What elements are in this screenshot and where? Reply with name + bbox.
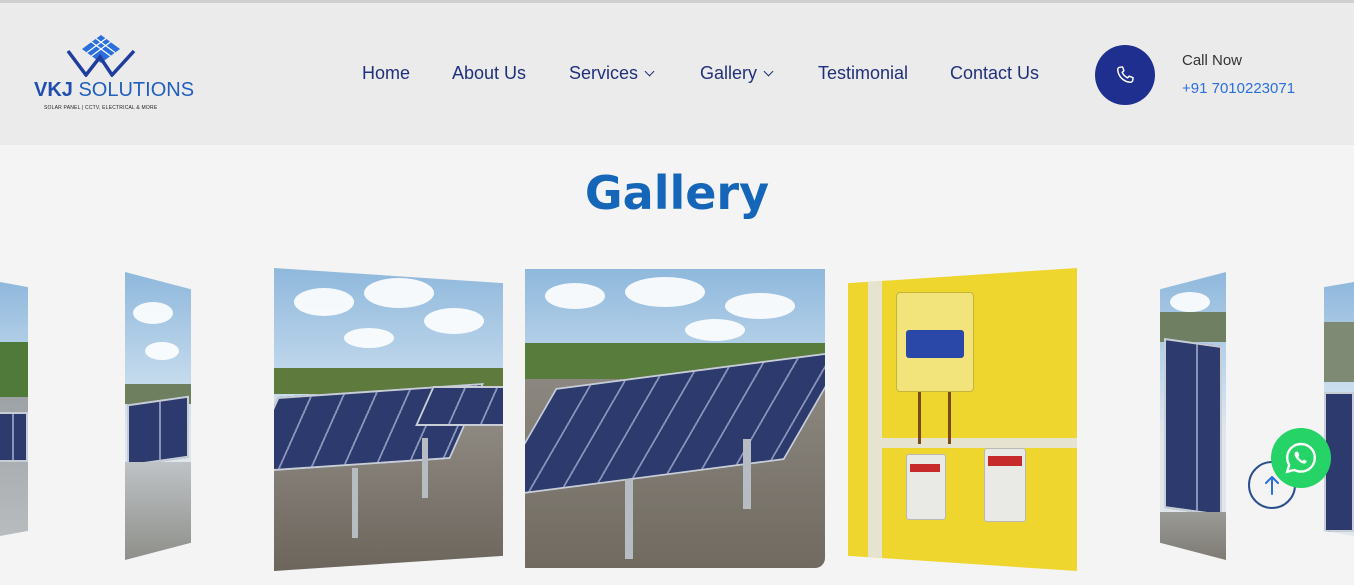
nav-contact-us[interactable]: Contact Us [950,63,1039,84]
call-button[interactable] [1095,45,1155,105]
brand-tagline: SOLAR PANEL | CCTV, ELECTRICAL & MORE [44,105,158,111]
gallery-slide[interactable] [848,268,1077,571]
nav-about-us[interactable]: About Us [452,63,526,84]
gallery-slide[interactable] [125,272,191,560]
brand-name: VKJ SOLUTIONS [34,79,195,101]
whatsapp-button[interactable] [1271,428,1331,488]
gallery-slide[interactable] [1160,272,1226,560]
chevron-down-icon [644,66,655,76]
whatsapp-icon [1285,442,1317,474]
nav-home[interactable]: Home [362,63,410,84]
logo-mark-icon [66,35,136,77]
chevron-down-icon [763,66,774,76]
gallery-slide[interactable] [274,268,503,571]
nav-gallery[interactable]: Gallery [700,63,774,84]
phone-icon [1117,66,1134,83]
gallery-title: Gallery [584,166,770,220]
gallery-slide[interactable] [1324,282,1354,536]
call-now-label: Call Now [1182,52,1243,69]
gallery-slide[interactable] [0,282,28,536]
site-header: VKJ SOLUTIONS SOLAR PANEL | CCTV, ELECTR… [0,3,1354,145]
nav-services[interactable]: Services [569,63,655,84]
nav-testimonial[interactable]: Testimonial [818,63,908,84]
phone-number-link[interactable]: +91 7010223071 [1182,80,1295,97]
gallery-slide[interactable] [525,269,825,568]
brand-logo[interactable]: VKJ SOLUTIONS SOLAR PANEL | CCTV, ELECTR… [34,33,194,117]
